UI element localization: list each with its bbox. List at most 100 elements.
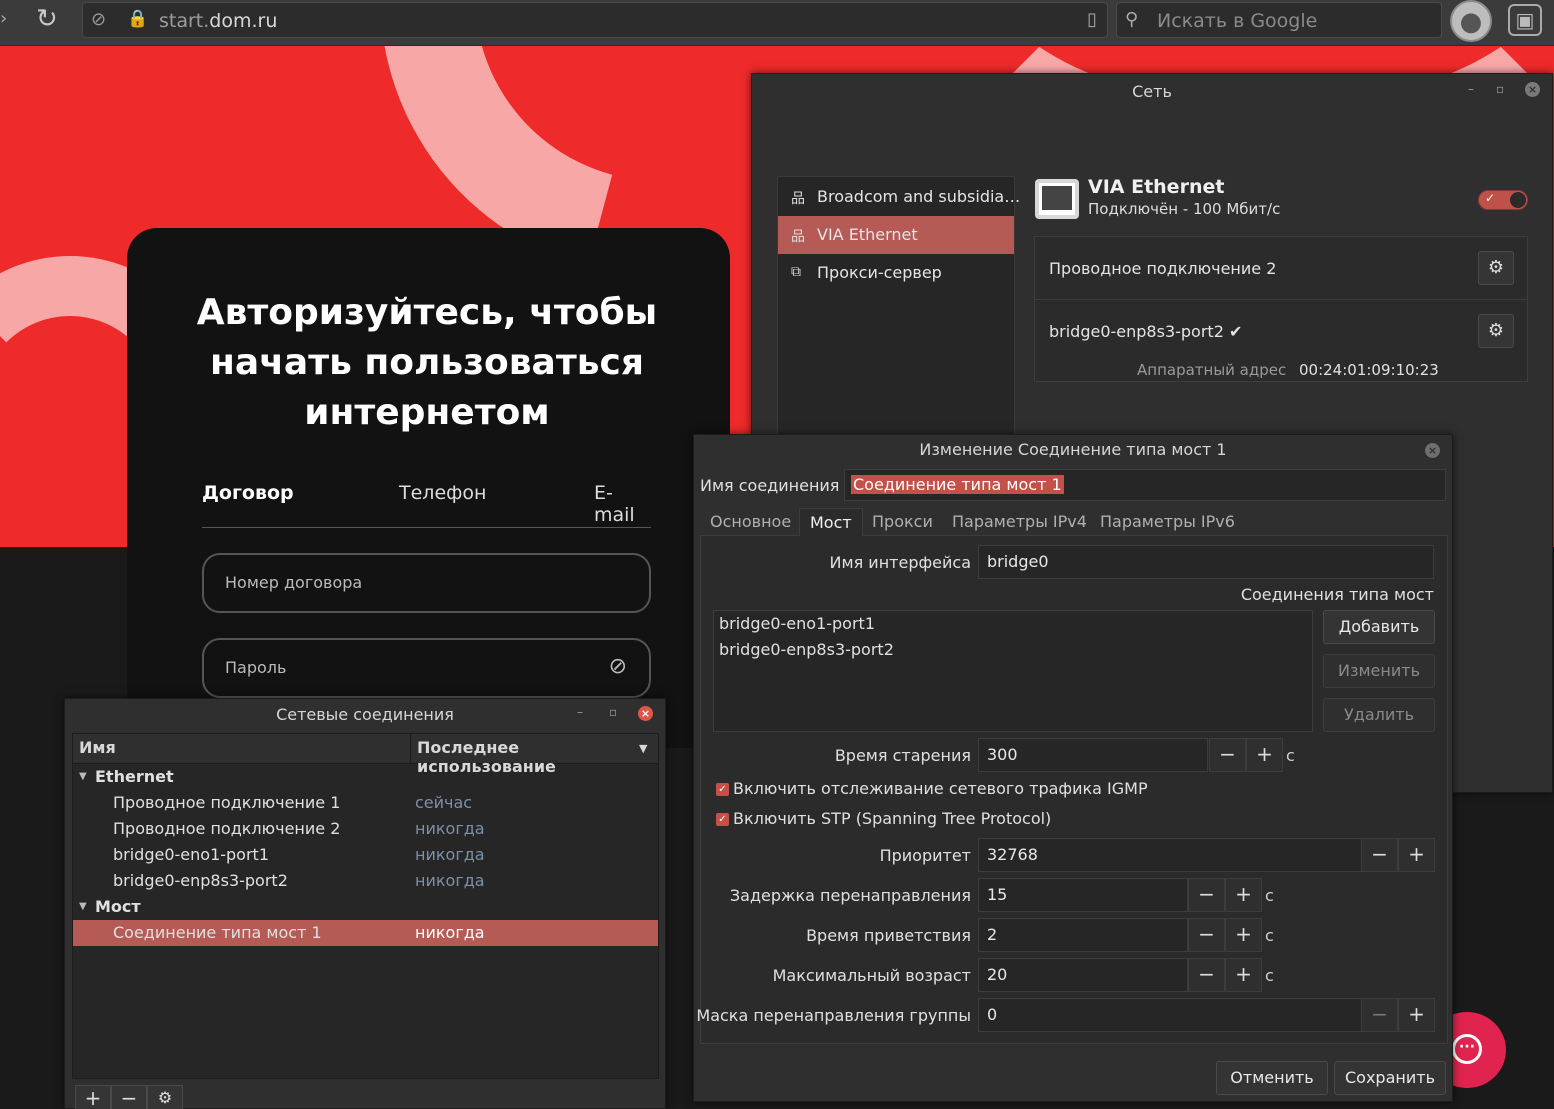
stp-label[interactable]: Включить STP (Spanning Tree Protocol) [733, 809, 1051, 828]
hello-time-input[interactable]: 2 [978, 918, 1188, 952]
account-icon[interactable]: ● [1450, 0, 1492, 42]
forward-delay-increment-button[interactable]: + [1225, 878, 1262, 912]
connection-name-label: Имя соединения [700, 476, 840, 495]
max-age-input[interactable]: 20 [978, 958, 1188, 992]
gear-icon[interactable]: ⚙ [147, 1085, 183, 1109]
device-status: Подключён - 100 Мбит/с [1088, 200, 1281, 218]
aging-decrement-button[interactable]: − [1209, 738, 1246, 772]
contract-number-placeholder: Номер договора [225, 573, 363, 592]
tab-email[interactable]: E-mail [594, 482, 651, 526]
eye-off-icon[interactable]: ⊘ [609, 654, 627, 679]
max-age-increment-button[interactable]: + [1225, 958, 1262, 992]
tab-contract[interactable]: Договор [202, 482, 294, 504]
add-button[interactable]: Добавить [1323, 610, 1435, 644]
password-input[interactable]: Пароль ⊘ [202, 638, 651, 698]
forward-icon[interactable]: › [0, 8, 7, 29]
sidebar-item-broadcom[interactable]: 品 Broadcom and subsidia… [778, 178, 1020, 216]
tracking-protection-icon[interactable]: ⊘ [91, 9, 106, 30]
minimize-icon[interactable]: – [1468, 82, 1474, 96]
gift-icon[interactable]: ▣ [1508, 4, 1542, 36]
stp-checkbox[interactable]: ✓ [716, 813, 729, 826]
column-divider [410, 734, 411, 764]
table-row[interactable]: bridge0-eno1-port1 никогда [73, 842, 658, 868]
login-title: Авторизуйтесь, чтобы начать пользоваться… [196, 292, 658, 433]
unit-label: с [1265, 926, 1274, 945]
list-item[interactable]: bridge0-enp8s3-port2 [719, 640, 894, 659]
cancel-button[interactable]: Отменить [1216, 1061, 1328, 1095]
edit-bridge-dialog: Изменение Соединение типа мост 1 × Имя с… [693, 434, 1453, 1102]
close-icon[interactable]: × [638, 706, 653, 721]
delete-button[interactable]: Удалить [1323, 698, 1435, 732]
group-row-bridge[interactable]: ▼ Мост [73, 894, 658, 920]
table-row-selected[interactable]: Соединение типа мост 1 никогда [73, 920, 658, 946]
reload-icon[interactable]: ↻ [36, 4, 66, 34]
login-card: Авторизуйтесь, чтобы начать пользоваться… [127, 228, 730, 748]
lock-icon[interactable]: 🔒 [127, 9, 148, 29]
tab-general[interactable]: Основное [710, 512, 791, 531]
bookmark-icon[interactable]: ▯ [1087, 9, 1097, 30]
table-row[interactable]: Проводное подключение 1 сейчас [73, 790, 658, 816]
close-icon[interactable]: × [1425, 443, 1440, 458]
max-age-decrement-button[interactable]: − [1188, 958, 1225, 992]
bridged-connections-label: Соединения типа мост [1240, 585, 1434, 604]
add-connection-button[interactable]: + [75, 1085, 111, 1109]
profile-item[interactable]: Проводное подключение 2 [1049, 259, 1276, 278]
group-forward-mask-input[interactable]: 0 [978, 998, 1362, 1032]
bridged-connections-list[interactable]: bridge0-eno1-port1 bridge0-enp8s3-port2 [713, 610, 1313, 732]
tab-bridge[interactable]: Мост [799, 508, 863, 537]
device-toggle[interactable] [1478, 190, 1528, 210]
igmp-checkbox[interactable]: ✓ [716, 783, 729, 796]
tab-phone[interactable]: Телефон [399, 482, 486, 504]
hello-time-increment-button[interactable]: + [1225, 918, 1262, 952]
interface-name-input[interactable]: bridge0 [978, 545, 1434, 579]
address-bar[interactable]: ⊘ 🔒 start.dom.ru ▯ [82, 2, 1108, 38]
window-title: Сетевые соединения [276, 705, 454, 724]
interface-name-label: Имя интерфейса [829, 553, 971, 572]
forward-delay-decrement-button[interactable]: − [1188, 878, 1225, 912]
profile-settings-button[interactable]: ⚙ [1478, 251, 1514, 285]
table-row[interactable]: bridge0-enp8s3-port2 никогда [73, 868, 658, 894]
aging-increment-button[interactable]: + [1246, 738, 1283, 772]
table-row[interactable]: Проводное подключение 2 никогда [73, 816, 658, 842]
close-icon[interactable]: × [1525, 82, 1540, 97]
profile-list: Проводное подключение 2 ⚙ bridge0-enp8s3… [1034, 236, 1528, 382]
profile-item-active[interactable]: bridge0-enp8s3-port2 ✔ [1049, 322, 1242, 341]
network-wired-icon: 品 [791, 191, 805, 207]
tab-proxy[interactable]: Прокси [872, 512, 933, 531]
search-bar[interactable]: ⚲ Искать в Google [1116, 2, 1442, 38]
hello-time-decrement-button[interactable]: − [1188, 918, 1225, 952]
sort-down-icon[interactable]: ▼ [639, 742, 647, 755]
browser-toolbar: › ↻ ⊘ 🔒 start.dom.ru ▯ ⚲ Искать в Google… [0, 0, 1554, 46]
tab-ipv6[interactable]: Параметры IPv6 [1100, 512, 1235, 531]
priority-input[interactable]: 32768 [978, 838, 1362, 872]
aging-time-input[interactable]: 300 [978, 738, 1208, 772]
column-name[interactable]: Имя [79, 738, 116, 757]
expander-down-icon[interactable]: ▼ [79, 901, 87, 912]
network-connections-window: Сетевые соединения – ▫ × Имя Последнее и… [64, 698, 666, 1109]
minimize-icon[interactable]: – [577, 705, 583, 719]
forward-delay-input[interactable]: 15 [978, 878, 1188, 912]
igmp-label[interactable]: Включить отслеживание сетевого трафика I… [733, 779, 1148, 798]
profile-settings-button[interactable]: ⚙ [1478, 314, 1514, 348]
priority-increment-button[interactable]: + [1398, 838, 1435, 872]
save-button[interactable]: Сохранить [1334, 1061, 1446, 1095]
remove-connection-button[interactable]: − [111, 1085, 147, 1109]
search-icon: ⚲ [1125, 9, 1139, 30]
contract-number-input[interactable]: Номер договора [202, 553, 651, 613]
ethernet-device-icon [1035, 179, 1079, 219]
list-item[interactable]: bridge0-eno1-port1 [719, 614, 875, 633]
group-mask-decrement-button[interactable]: − [1361, 998, 1398, 1032]
edit-button[interactable]: Изменить [1323, 654, 1435, 688]
sidebar-item-via-ethernet[interactable]: 品 VIA Ethernet [778, 216, 1014, 254]
dialog-title: Изменение Соединение типа мост 1 [919, 440, 1227, 459]
tab-ipv4[interactable]: Параметры IPv4 [952, 512, 1087, 531]
maximize-icon[interactable]: ▫ [1496, 82, 1504, 96]
maximize-icon[interactable]: ▫ [609, 705, 617, 719]
sidebar-item-proxy[interactable]: ⧉ Прокси-сервер [778, 254, 1014, 292]
group-mask-increment-button[interactable]: + [1398, 998, 1435, 1032]
group-row-ethernet[interactable]: ▼ Ethernet [73, 764, 658, 790]
connection-name-input[interactable]: Соединение типа мост 1 [844, 469, 1446, 501]
priority-decrement-button[interactable]: − [1361, 838, 1398, 872]
expander-down-icon[interactable]: ▼ [79, 771, 87, 782]
address-url[interactable]: start.dom.ru [159, 10, 277, 32]
